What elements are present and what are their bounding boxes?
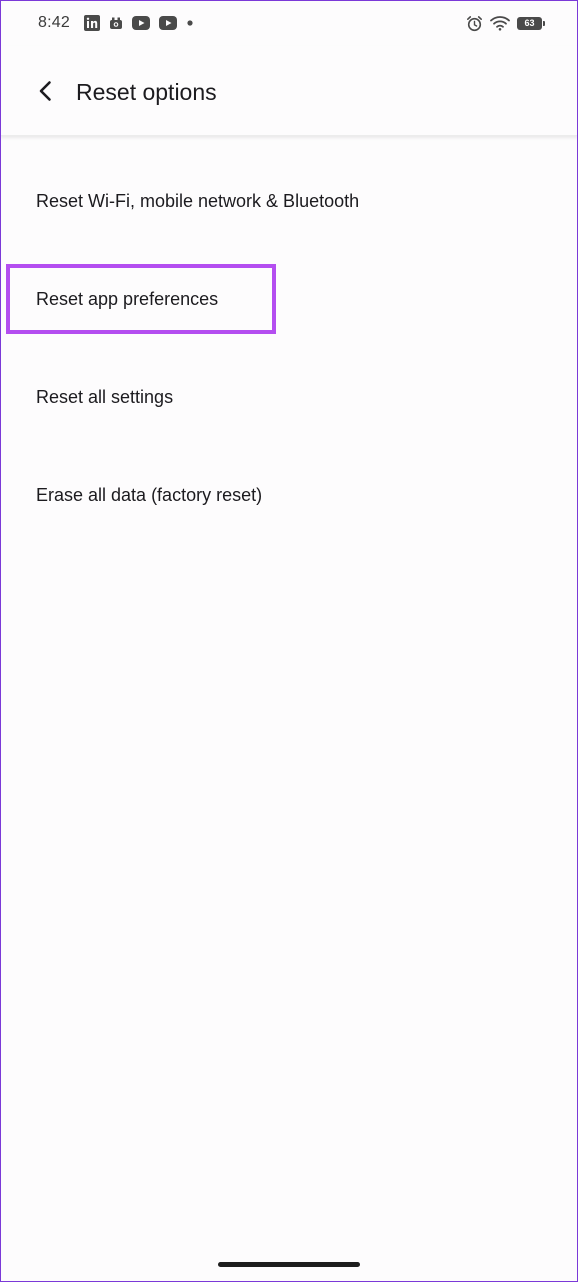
status-time: 8:42 [38,14,70,31]
youtube-icon [158,16,177,30]
reset-all-settings-option[interactable]: Reset all settings [0,348,578,446]
more-notifications-dot-icon [186,19,194,27]
wifi-icon [490,15,510,31]
factory-reset-option[interactable]: Erase all data (factory reset) [0,446,578,544]
system-status-icons: 63 [466,15,545,32]
notification-icons [83,15,194,31]
linkedin-icon [83,15,100,31]
app-bar: Reset options [0,46,578,136]
option-label: Erase all data (factory reset) [36,484,263,505]
reset-network-option[interactable]: Reset Wi-Fi, mobile network & Bluetooth [0,152,578,250]
back-button[interactable] [28,73,64,109]
reset-app-preferences-option[interactable]: Reset app preferences [0,250,578,348]
home-gesture-bar[interactable] [218,1262,360,1267]
camera-notification-icon [109,16,123,30]
reset-options-list: Reset Wi-Fi, mobile network & Bluetooth … [0,152,578,544]
alarm-icon [466,15,483,32]
back-arrow-icon [35,80,57,102]
battery-level: 63 [524,18,535,28]
page-title: Reset options [76,79,217,105]
youtube-icon [131,16,150,30]
battery-icon: 63 [517,16,545,30]
option-label: Reset all settings [36,386,174,407]
status-bar: 8:42 63 [0,0,578,46]
option-label: Reset app preferences [36,288,219,309]
option-label: Reset Wi-Fi, mobile network & Bluetooth [36,190,360,211]
